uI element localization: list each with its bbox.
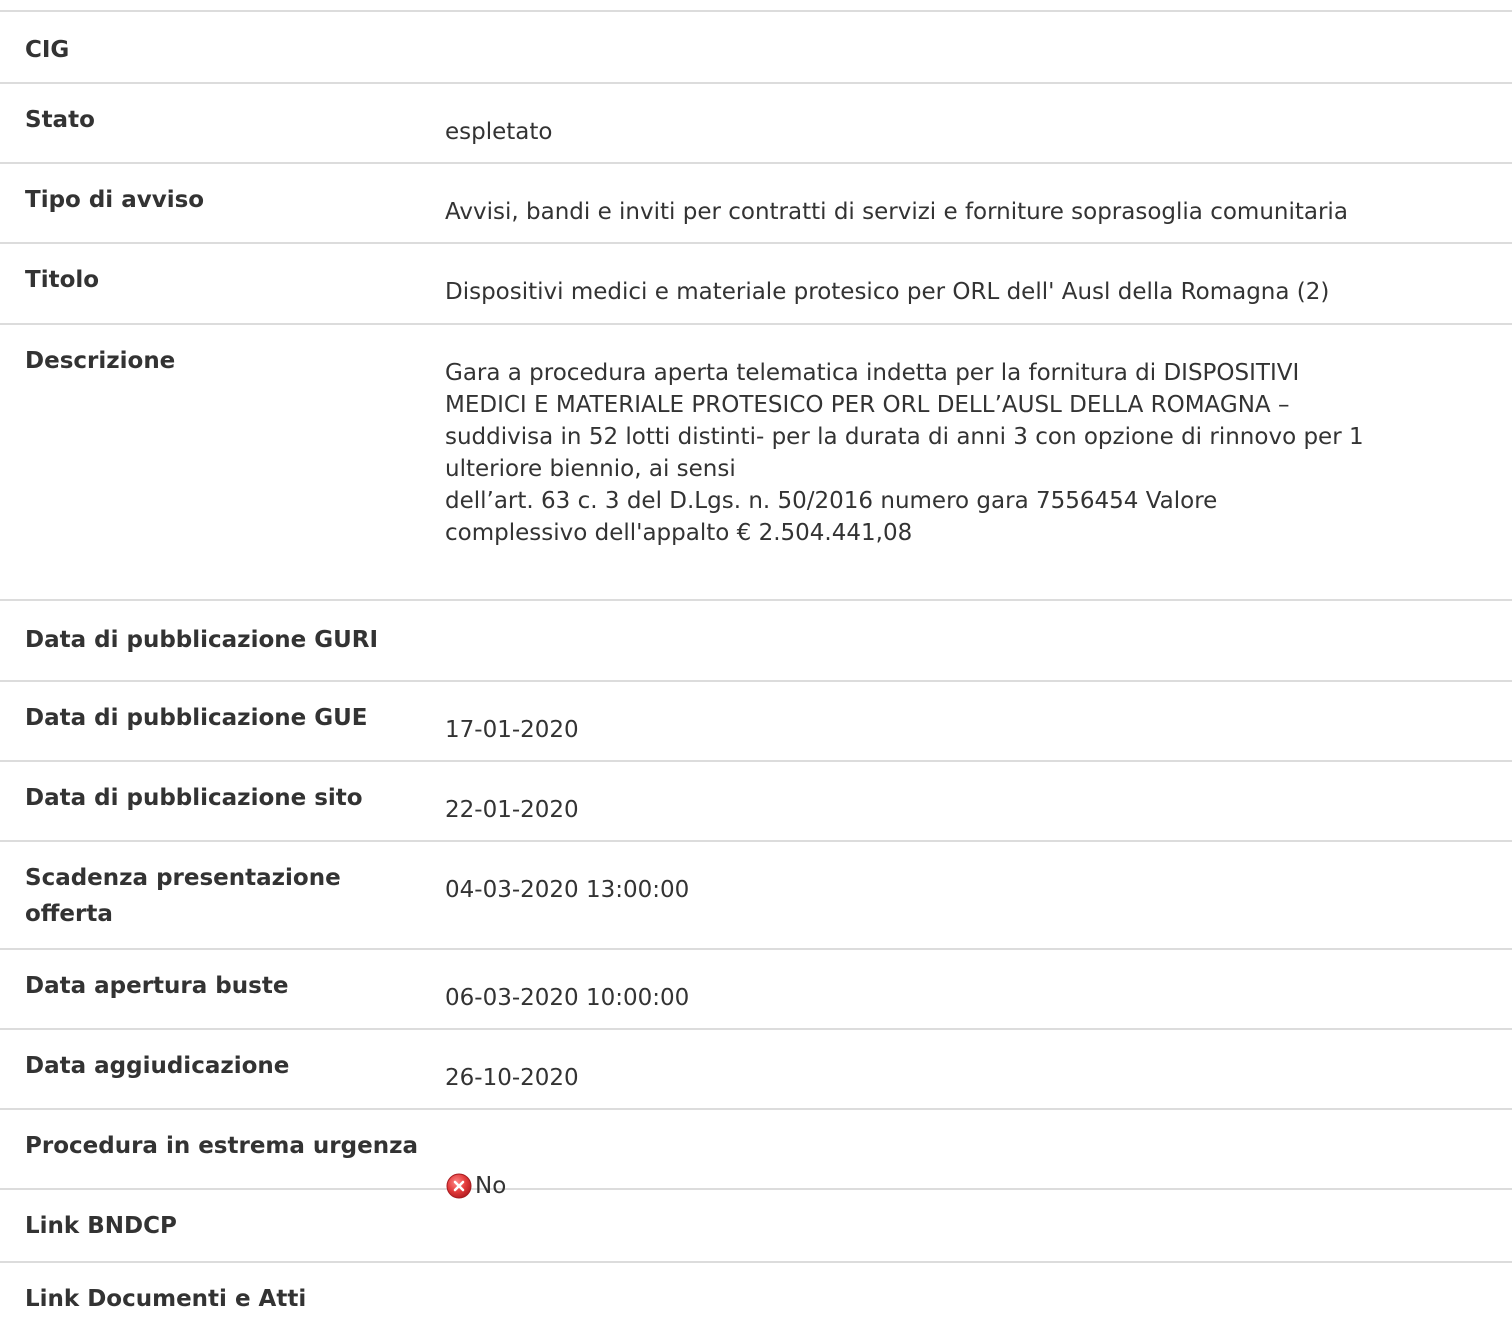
row-descrizione: Descrizione Gara a procedura aperta tele…: [0, 325, 1512, 601]
row-label: Tipo di avviso: [25, 187, 205, 213]
row-estrema-urgenza: Procedura in estrema urgenza No: [0, 1110, 1512, 1199]
row-label: Data di pubblicazione GUE: [25, 705, 368, 731]
row-value: 26-10-2020: [445, 1065, 579, 1091]
row-label: Link Documenti e Atti: [25, 1286, 307, 1312]
row-label: Descrizione: [25, 348, 176, 374]
row-label: Data aggiudicazione: [25, 1053, 290, 1079]
row-value: 17-01-2020: [445, 717, 579, 743]
row-value: Dispositivi medici e materiale protesico…: [445, 279, 1330, 305]
row-value: 06-03-2020 10:00:00: [445, 985, 690, 1011]
row-cig: CIG: [0, 12, 1512, 84]
row-label: Stato: [25, 107, 95, 133]
row-value: 04-03-2020 13:00:00: [445, 877, 690, 903]
row-value: Gara a procedura aperta telematica indet…: [445, 360, 1364, 546]
row-data-sito: Data di pubblicazione sito 22-01-2020: [0, 762, 1512, 842]
status-badge: No: [445, 1170, 506, 1202]
row-label: Data di pubblicazione sito: [25, 785, 363, 811]
row-label: Data apertura buste: [25, 973, 289, 999]
row-tipo-avviso: Tipo di avviso Avvisi, bandi e inviti pe…: [0, 164, 1512, 244]
row-titolo: Titolo Dispositivi medici e materiale pr…: [0, 244, 1512, 325]
row-value: 22-01-2020: [445, 797, 579, 823]
row-apertura-buste: Data apertura buste 06-03-2020 10:00:00: [0, 950, 1512, 1030]
row-label: Scadenza presentazione offerta: [25, 865, 341, 927]
row-label: Data di pubblicazione GURI: [25, 627, 379, 653]
row-data-guri: Data di pubblicazione GURI: [0, 601, 1512, 682]
row-label: Procedura in estrema urgenza: [25, 1133, 418, 1159]
row-label: CIG: [25, 37, 70, 63]
gara-detail-table: CIG Stato espletato Tipo di avviso Avvis…: [0, 10, 1512, 1323]
row-scadenza: Scadenza presentazione offerta 04-03-202…: [0, 842, 1512, 950]
row-value: No: [445, 1128, 1512, 1209]
status-badge-label: No: [475, 1173, 507, 1199]
row-stato: Stato espletato: [0, 84, 1512, 164]
row-aggiudicazione: Data aggiudicazione 26-10-2020: [0, 1030, 1512, 1110]
row-data-gue: Data di pubblicazione GUE 17-01-2020: [0, 682, 1512, 762]
row-label: Titolo: [25, 267, 100, 293]
row-link-documenti: Link Documenti e Atti: [0, 1263, 1512, 1323]
row-label: Link BNDCP: [25, 1213, 177, 1239]
row-value: espletato: [445, 119, 553, 145]
no-circle-icon: [446, 1173, 472, 1199]
row-value: Avvisi, bandi e inviti per contratti di …: [445, 199, 1348, 225]
